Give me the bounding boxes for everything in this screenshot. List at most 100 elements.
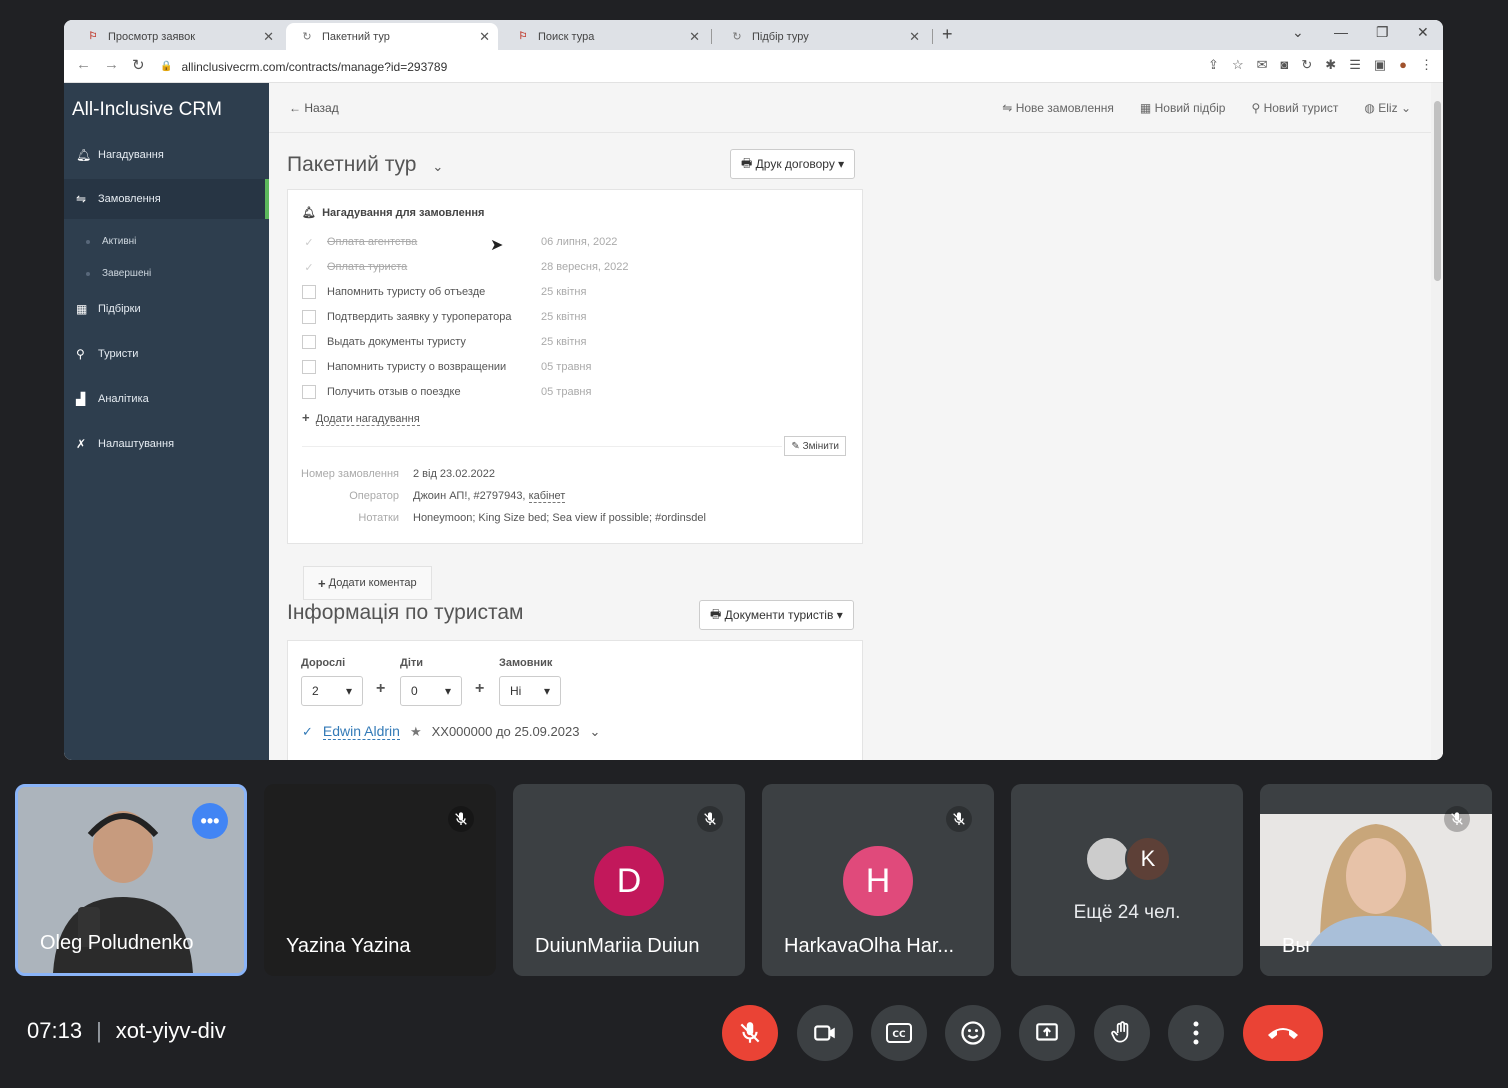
printer-icon: 🖶︎ xyxy=(741,155,753,170)
children-select[interactable]: 0 ▾ xyxy=(400,676,462,706)
restore-icon[interactable]: ❐ xyxy=(1376,24,1389,41)
camera-icon[interactable]: ◙ xyxy=(1281,57,1289,73)
new-tourist-button[interactable]: ⚲ Новий турист xyxy=(1251,101,1338,115)
url-field[interactable]: 🔒 allinclusivecrm.com/contracts/manage?i… xyxy=(160,55,1340,78)
close-window-icon[interactable]: ✕ xyxy=(1417,24,1429,41)
operator-cabinet-link[interactable]: кабінет xyxy=(528,490,566,503)
new-order-button[interactable]: ⇋ Нове замовлення xyxy=(1002,101,1114,115)
check-icon[interactable]: ✓ xyxy=(302,235,316,249)
close-icon[interactable]: ✕ xyxy=(909,29,920,45)
back-link[interactable]: ← Назад xyxy=(289,101,339,115)
participant-tile-you[interactable]: Вы xyxy=(1260,784,1492,976)
tab-tour-search[interactable]: ⚐ Поиск тура ✕ xyxy=(502,23,708,50)
minimize-icon[interactable]: — xyxy=(1334,24,1348,40)
handshake-icon: ⇋ xyxy=(1002,101,1013,115)
tourist-documents-button[interactable]: 🖶︎ Документи туристів ▾ xyxy=(699,600,854,630)
sidebar-subitem-active[interactable]: Активні xyxy=(85,236,136,247)
sidebar-item-orders[interactable]: ⇋ Замовлення xyxy=(64,179,269,219)
tab-view-requests[interactable]: ⚐ Просмотр заявок ✕ xyxy=(72,23,282,50)
reload-icon[interactable]: ↻ xyxy=(132,56,145,74)
reminder-item[interactable]: ✓ Оплата агентства 06 липня, 2022 xyxy=(302,233,617,251)
star-icon[interactable]: ★ xyxy=(410,724,422,740)
loading-icon: ↻ xyxy=(732,31,742,43)
share-icon[interactable]: ⇪ xyxy=(1208,57,1219,73)
reminder-checkbox[interactable] xyxy=(302,335,316,349)
new-tab-button[interactable]: + xyxy=(942,24,953,45)
participant-name: DuiunMariia Duiun xyxy=(535,935,700,957)
more-options-icon[interactable]: ••• xyxy=(192,803,228,839)
edit-button[interactable]: ✎ Змінити xyxy=(784,436,846,456)
present-screen-button[interactable] xyxy=(1019,1005,1075,1061)
sync-icon[interactable]: ↻ xyxy=(1301,57,1312,73)
reminder-item[interactable]: Напомнить туристу о возвращении 05 травн… xyxy=(302,358,591,376)
more-options-button[interactable] xyxy=(1168,1005,1224,1061)
reminder-item[interactable]: Получить отзыв о поездке 05 травня xyxy=(302,383,591,401)
reminder-item[interactable]: Выдать документы туристу 25 квітня xyxy=(302,333,586,351)
check-icon[interactable]: ✓ xyxy=(302,724,313,740)
participant-tile-others[interactable]: K Ещё 24 чел. xyxy=(1011,784,1243,976)
camera-toggle-button[interactable] xyxy=(797,1005,853,1061)
print-contract-button[interactable]: 🖶︎ Друк договору ▾ xyxy=(730,149,856,179)
tourist-name-link[interactable]: Edwin Aldrin xyxy=(322,723,400,740)
add-comment-button[interactable]: + Додати коментар xyxy=(303,566,432,600)
new-selection-button[interactable]: ▦ Новий підбір xyxy=(1140,101,1226,115)
leave-call-button[interactable] xyxy=(1243,1005,1323,1061)
mail-icon[interactable]: ✉ xyxy=(1257,57,1268,73)
reminders-panel: 🔔︎ Нагадування для замовлення ✓ Оплата а… xyxy=(287,189,863,544)
extensions-icon[interactable]: ✱ xyxy=(1325,57,1336,73)
reminder-item[interactable]: Подтвердить заявку у туроператора 25 кві… xyxy=(302,308,586,326)
tourist-row: ✓ Edwin Aldrin ★ XX000000 до 25.09.2023 … xyxy=(302,723,600,740)
kebab-menu-icon[interactable]: ⋮ xyxy=(1420,57,1433,73)
tab-package-tour[interactable]: ↻ Пакетний тур ✕ xyxy=(286,23,498,50)
sidebar-item-settings[interactable]: ✗ Налаштування xyxy=(64,424,269,464)
reactions-button[interactable] xyxy=(945,1005,1001,1061)
sidepanel-icon[interactable]: ▣ xyxy=(1374,57,1386,73)
participant-tile-yazina[interactable]: Yazina Yazina xyxy=(264,784,496,976)
close-icon[interactable]: ✕ xyxy=(263,29,274,45)
sidebar-item-selections[interactable]: ▦ Підбірки xyxy=(64,289,269,329)
participant-tile-oleg[interactable]: ••• Oleg Poludnenko xyxy=(15,784,247,976)
tab-search-icon[interactable]: ⌄ xyxy=(1292,24,1304,41)
adults-select[interactable]: 2 ▾ xyxy=(301,676,363,706)
reminder-item[interactable]: ✓ Оплата туриста 28 вересня, 2022 xyxy=(302,258,628,276)
sidebar-item-analytics[interactable]: ▟ Аналітика xyxy=(64,379,269,419)
reminder-item[interactable]: Напомнить туристу об отъезде 25 квітня xyxy=(302,283,586,301)
raise-hand-button[interactable] xyxy=(1094,1005,1150,1061)
forward-arrow-icon[interactable]: → xyxy=(104,56,119,73)
sidebar-item-tourists[interactable]: ⚲ Туристи xyxy=(64,334,269,374)
reading-list-icon[interactable]: ☰ xyxy=(1349,57,1361,73)
reminder-checkbox[interactable] xyxy=(302,360,316,374)
sidebar-item-reminders[interactable]: 🔔︎ Нагадування xyxy=(64,135,269,175)
check-icon[interactable]: ✓ xyxy=(302,260,316,274)
mic-toggle-button[interactable] xyxy=(722,1005,778,1061)
page-scrollbar[interactable] xyxy=(1431,83,1443,760)
reminder-checkbox[interactable] xyxy=(302,285,316,299)
plus-icon[interactable]: + xyxy=(376,680,385,698)
participant-tile-duiun[interactable]: D DuiunMariia Duiun xyxy=(513,784,745,976)
star-icon[interactable]: ☆ xyxy=(1232,57,1244,73)
reminder-checkbox[interactable] xyxy=(302,385,316,399)
plus-icon: + xyxy=(318,575,326,591)
order-number-row: Номер замовлення 2 від 23.02.2022 xyxy=(301,468,495,480)
user-menu[interactable]: ◍ Eliz ⌄ xyxy=(1364,101,1411,115)
participant-tile-harkava[interactable]: H HarkavaOlha Har... xyxy=(762,784,994,976)
tab-tour-selection[interactable]: ↻ Підбір туру ✕ xyxy=(716,23,928,50)
end-call-icon xyxy=(1268,1028,1298,1039)
close-icon[interactable]: ✕ xyxy=(479,29,490,45)
plus-icon[interactable]: + xyxy=(475,680,484,698)
sidebar-subitem-completed[interactable]: Завершені xyxy=(85,268,151,279)
mic-off-icon xyxy=(740,1022,760,1043)
close-icon[interactable]: ✕ xyxy=(689,29,700,45)
crm-icon: ⚐ xyxy=(518,31,528,42)
back-arrow-icon[interactable]: ← xyxy=(76,56,91,73)
brand-logo[interactable]: All-Inclusive CRM xyxy=(72,99,222,121)
customer-select[interactable]: Ні ▾ xyxy=(499,676,561,706)
order-title[interactable]: Пакетний тур ⌄ xyxy=(287,153,443,177)
profile-avatar-icon[interactable]: ● xyxy=(1399,57,1407,73)
chevron-down-icon[interactable]: ⌄ xyxy=(589,724,600,740)
scrollbar-thumb[interactable] xyxy=(1434,101,1441,281)
reminder-checkbox[interactable] xyxy=(302,310,316,324)
add-reminder-link[interactable]: + Додати нагадування xyxy=(302,410,420,426)
main-content: Пакетний тур ⌄ 🖶︎ Друк договору ▾ 🔔︎ Наг… xyxy=(269,133,1443,760)
captions-button[interactable]: CC xyxy=(871,1005,927,1061)
